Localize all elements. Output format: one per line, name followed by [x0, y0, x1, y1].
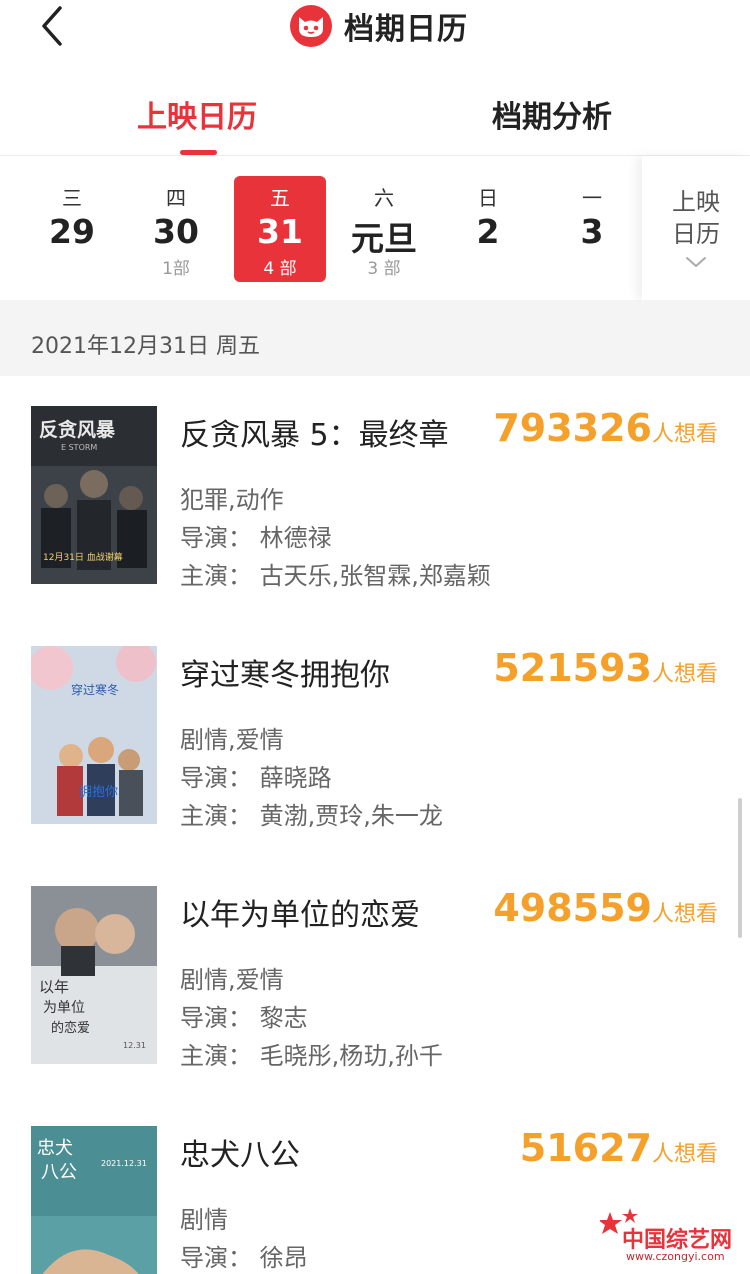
poster-title-text: 忠犬	[37, 1138, 73, 1159]
watermark: 中国综艺网 www.czongyi.com	[600, 1208, 740, 1268]
release-calendar-button[interactable]: 上映日历	[642, 156, 750, 300]
want-count: 498559	[493, 886, 652, 930]
want-count: 793326	[493, 406, 652, 450]
movie-cast: 主演： 古天乐,张智霖,郑嘉颖	[180, 562, 491, 590]
movie-genre: 剧情,爱情	[180, 726, 284, 754]
header-title-group: 档期日历	[290, 4, 468, 48]
release-count: 4 部	[263, 259, 297, 279]
day-number: 31	[257, 212, 303, 251]
release-count	[26, 254, 118, 276]
movie-director: 导演： 林德禄	[180, 524, 332, 552]
poster-title-text: 反贪风暴	[39, 418, 116, 441]
movie-item[interactable]: 以年 为单位 的恋爱 12.31 以年为单位的恋爱 498559人想看 剧情,爱…	[0, 856, 750, 1096]
weekday-label: 一	[582, 186, 602, 210]
movie-title[interactable]: 穿过寒冬拥抱你	[180, 650, 390, 694]
release-calendar-label: 上映日历	[672, 188, 720, 248]
want-to-see: 521593人想看	[493, 646, 718, 690]
poster-subtitle-text: E STORM	[61, 443, 97, 452]
back-arrow-icon[interactable]	[34, 4, 74, 48]
movie-cast: 主演： 黄渤,贾玲,朱一龙	[180, 802, 443, 830]
release-count	[442, 254, 534, 276]
date-item[interactable]: 四 30 1部	[130, 176, 222, 282]
movie-cast: 主演： 毛晓彤,杨玏,孙千	[180, 1042, 443, 1070]
scrollbar[interactable]	[738, 798, 742, 938]
release-count	[546, 254, 638, 276]
want-to-see: 51627人想看	[520, 1126, 718, 1170]
movie-poster[interactable]: 穿过寒冬 拥抱你	[31, 646, 157, 824]
tab-schedule-analysis[interactable]: 档期分析	[492, 92, 612, 136]
poster-title-text: 为单位	[43, 1000, 85, 1016]
want-to-see: 498559人想看	[493, 886, 718, 930]
poster-title-text: 八公	[41, 1162, 77, 1183]
want-to-see: 793326人想看	[493, 406, 718, 450]
want-count: 521593	[493, 646, 652, 690]
chevron-down-icon	[642, 254, 750, 273]
day-number: 2	[476, 212, 500, 251]
release-count: 1部	[162, 259, 190, 279]
date-item[interactable]: 一 3	[546, 176, 638, 282]
day-number: 30	[153, 212, 199, 251]
want-suffix: 人想看	[651, 902, 718, 927]
day-number: 3	[580, 212, 604, 251]
date-item[interactable]: 六 元旦 3 部	[338, 176, 430, 282]
movie-title[interactable]: 反贪风暴 5：最终章	[180, 410, 449, 454]
weekday-label: 三	[62, 186, 82, 210]
movie-poster[interactable]: 忠犬 八公 2021.12.31	[31, 1126, 157, 1274]
page-title: 档期日历	[344, 12, 468, 47]
date-section-header: 2021年12月31日 周五	[0, 300, 750, 376]
weekday-label: 六	[374, 186, 394, 210]
movie-genre: 剧情	[180, 1206, 228, 1234]
watermark-url: www.czongyi.com	[626, 1250, 725, 1263]
date-item[interactable]: 三 29	[26, 176, 118, 282]
date-strip: 三 29 四 30 1部 五 31 4 部 六 元旦 3 部 日 2 一 3 上…	[0, 156, 750, 300]
movie-poster[interactable]: 以年 为单位 的恋爱 12.31	[31, 886, 157, 1064]
movie-title[interactable]: 忠犬八公	[180, 1130, 300, 1174]
tab-bar: 上映日历 档期分析	[0, 80, 750, 156]
movie-item[interactable]: 反贪风暴 E STORM 12月31日 血战谢幕 反贪风暴 5：最终章 7933…	[0, 376, 750, 616]
weekday-label: 四	[166, 186, 186, 210]
poster-title-text: 穿过寒冬	[71, 682, 119, 697]
cat-logo-icon	[290, 5, 332, 47]
want-suffix: 人想看	[651, 1142, 718, 1167]
weekday-label: 五	[270, 186, 290, 210]
movie-poster[interactable]: 反贪风暴 E STORM 12月31日 血战谢幕	[31, 406, 157, 584]
date-item[interactable]: 日 2	[442, 176, 534, 282]
top-bar: 档期日历	[0, 0, 750, 56]
poster-title-text: 的恋爱	[51, 1020, 90, 1036]
movie-genre: 犯罪,动作	[180, 486, 284, 514]
poster-date-text: 2021.12.31	[101, 1159, 147, 1168]
day-number: 元旦	[351, 219, 417, 258]
movie-title[interactable]: 以年为单位的恋爱	[180, 890, 420, 934]
poster-date-text: 12月31日 血战谢幕	[43, 551, 123, 563]
day-number: 29	[49, 212, 95, 251]
movie-director: 导演： 黎志	[180, 1004, 308, 1032]
poster-date-text: 12.31	[123, 1041, 146, 1050]
want-suffix: 人想看	[651, 662, 718, 687]
date-header-label: 2021年12月31日 周五	[31, 334, 260, 359]
weekday-label: 日	[478, 186, 498, 210]
movie-director: 导演： 薛晓路	[180, 764, 332, 792]
movie-genre: 剧情,爱情	[180, 966, 284, 994]
poster-title-text: 以年	[39, 978, 69, 996]
movie-item[interactable]: 穿过寒冬 拥抱你 穿过寒冬拥抱你 521593人想看 剧情,爱情 导演： 薛晓路…	[0, 616, 750, 856]
date-item-selected[interactable]: 五 31 4 部	[234, 176, 326, 282]
want-suffix: 人想看	[651, 422, 718, 447]
want-count: 51627	[519, 1126, 652, 1170]
tab-release-calendar[interactable]: 上映日历	[137, 92, 257, 136]
movie-director: 导演： 徐昂	[180, 1244, 308, 1272]
poster-subtitle-text: 拥抱你	[79, 784, 118, 800]
